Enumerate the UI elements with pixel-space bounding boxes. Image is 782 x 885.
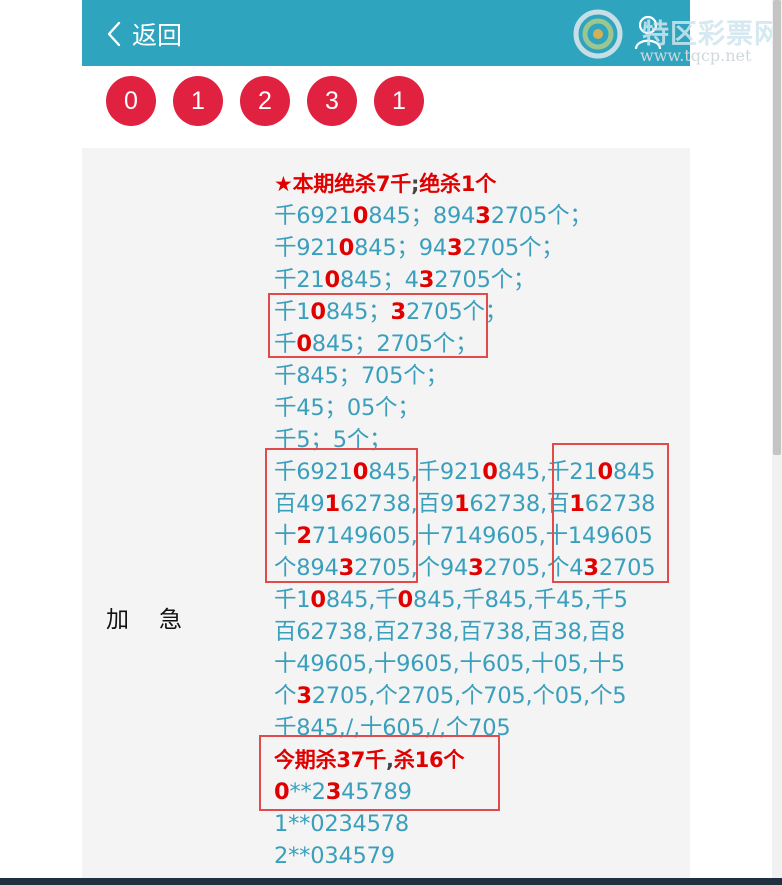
line-text: 2705,个2705,个705,个05,个5: [311, 683, 627, 709]
watermark-url: www.tqcp.net: [640, 46, 752, 65]
highlight-box: [552, 443, 669, 583]
row-label: 加急: [106, 607, 212, 633]
line-text: 2**034579: [274, 843, 395, 869]
line-text: 绝杀1个: [419, 172, 497, 196]
highlight-digit: 0: [324, 267, 341, 293]
result-ball: 0: [106, 76, 156, 126]
line-text: 千45；05个；: [274, 395, 420, 421]
back-button[interactable]: 返回: [106, 18, 182, 50]
highlight-digit: 3: [447, 235, 463, 261]
prediction-line: 2**034579: [274, 840, 684, 872]
line-text: 1**0234578: [274, 811, 410, 837]
highlight-digit: 0: [338, 235, 355, 261]
prediction-line: 千69210845；89432705个；: [274, 200, 684, 232]
scrollbar-thumb[interactable]: [773, 0, 781, 455]
prediction-heading: ★本期绝杀7千;绝杀1个: [274, 168, 684, 200]
prediction-line: 千45；05个；: [274, 392, 684, 424]
prediction-line: 千9210845；9432705个；: [274, 232, 684, 264]
result-ball: 3: [307, 76, 357, 126]
highlight-digit: 3: [418, 267, 435, 293]
line-text: 845,千: [325, 587, 398, 613]
line-text: 2705个；: [434, 267, 536, 293]
result-balls: 0 1 2 3 1: [106, 76, 441, 126]
watermark: 特区彩票网 www.tqcp.net: [572, 8, 782, 68]
line-text: 千21: [274, 267, 325, 293]
line-text: 十49605,十9605,十605,十05,十5: [274, 651, 626, 677]
highlight-digit: 0: [352, 203, 369, 229]
result-ball: 1: [173, 76, 223, 126]
highlight-digit: 3: [468, 555, 484, 581]
line-text: 2705个；: [462, 235, 564, 261]
highlight-digit: 1: [453, 491, 470, 517]
prediction-line: 十49605,十9605,十605,十05,十5: [274, 648, 684, 680]
line-text: 2705个；: [490, 203, 592, 229]
line-text: ★本期绝杀7千: [274, 172, 412, 196]
page: 返回 0 1 2 3 1 加急 ★本期绝杀7千;绝杀1个 千69210845；89…: [82, 0, 690, 885]
taskbar-edge: [0, 878, 782, 885]
line-text: 千1: [274, 587, 311, 613]
prediction-line: 百62738,百2738,百738,百38,百8: [274, 616, 684, 648]
line-text: 千921: [274, 235, 339, 261]
prediction-line: 千845；705个；: [274, 360, 684, 392]
highlight-digit: 0: [310, 587, 326, 613]
scrollbar[interactable]: [772, 0, 782, 885]
line-text: 个: [274, 683, 297, 709]
line-text: 845；94: [354, 235, 448, 261]
chevron-left-icon: [107, 21, 121, 47]
line-text: 千6921: [274, 203, 353, 229]
prediction-line: 千10845,千0845,千845,千45,千5: [274, 584, 684, 616]
highlight-digit: 3: [475, 203, 491, 229]
line-text: 845；4: [340, 267, 419, 293]
result-ball: 2: [240, 76, 290, 126]
highlight-box: [268, 293, 488, 358]
line-text: 百62738,百2738,百738,百38,百8: [274, 619, 626, 645]
highlight-box: [259, 735, 500, 811]
prediction-line: 个32705,个2705,个705,个05,个5: [274, 680, 684, 712]
site-logo-icon: [573, 9, 623, 59]
result-ball: 1: [374, 76, 424, 126]
prediction-line: 1**0234578: [274, 808, 684, 840]
line-text: 845；894: [368, 203, 476, 229]
line-text: 千845；705个；: [274, 363, 448, 389]
highlight-digit: 0: [482, 459, 498, 485]
highlight-digit: 0: [397, 587, 414, 613]
highlight-digit: 3: [296, 683, 312, 709]
prediction-line: 千210845；432705个；: [274, 264, 684, 296]
prediction-panel: 加急 ★本期绝杀7千;绝杀1个 千69210845；89432705个； 千9210…: [82, 148, 690, 885]
highlight-box: [265, 448, 418, 583]
back-label: 返回: [132, 21, 183, 50]
line-text: 845,千845,千45,千5: [412, 587, 628, 613]
